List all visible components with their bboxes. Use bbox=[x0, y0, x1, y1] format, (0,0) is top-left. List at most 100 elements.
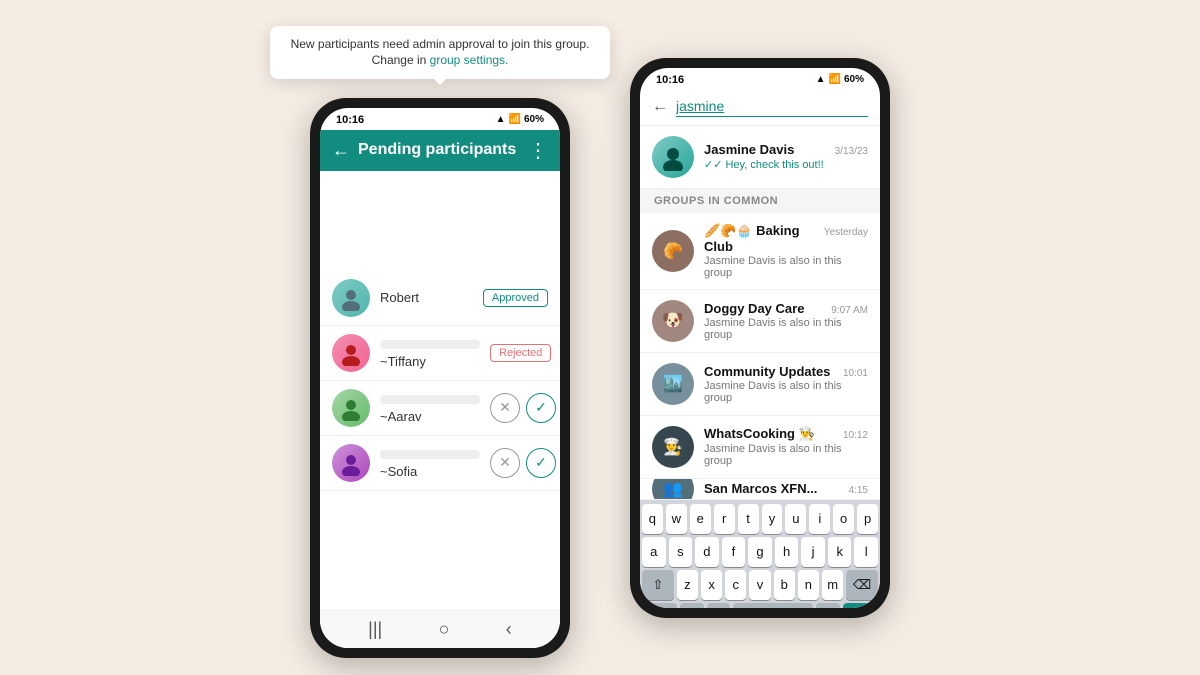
status-icons-right: ▲ 📶 60% bbox=[816, 74, 864, 85]
participant-item: Robert Approved bbox=[320, 271, 560, 326]
keyboard-row-1: q w e r t y u i o p bbox=[642, 504, 878, 534]
time-left: 10:16 bbox=[336, 114, 364, 126]
key-b[interactable]: b bbox=[774, 570, 795, 600]
participants-content: Robert Approved ~Tiffany bbox=[320, 171, 560, 610]
key-shift[interactable]: ⇧ bbox=[642, 570, 674, 600]
avatar-jasmine bbox=[652, 136, 694, 178]
search-input[interactable] bbox=[676, 98, 868, 117]
participant-info-tiffany: ~Tiffany bbox=[380, 336, 480, 369]
key-j[interactable]: j bbox=[801, 537, 825, 567]
key-globe[interactable]: 🌐 bbox=[707, 603, 731, 608]
battery-left: 60% bbox=[524, 114, 544, 125]
jasmine-time: 3/13/23 bbox=[835, 146, 868, 157]
nav-recent-icon[interactable]: ||| bbox=[368, 619, 382, 640]
key-r[interactable]: r bbox=[714, 504, 735, 534]
group-item-community[interactable]: 🏙️ Community Updates 10:01 Jasmine Davis… bbox=[640, 353, 880, 416]
key-g[interactable]: g bbox=[748, 537, 772, 567]
avatar-robert bbox=[332, 279, 370, 317]
key-send[interactable]: ➤ bbox=[843, 603, 878, 608]
key-slash[interactable]: / bbox=[680, 603, 704, 608]
doggy-info: Doggy Day Care 9:07 AM Jasmine Davis is … bbox=[704, 301, 868, 341]
keyboard-row-2: a s d f g h j k l bbox=[642, 537, 878, 567]
community-time: 10:01 bbox=[843, 368, 868, 379]
participant-info-aarav: ~Aarav bbox=[380, 391, 480, 424]
key-k[interactable]: k bbox=[828, 537, 852, 567]
jasmine-name: Jasmine Davis bbox=[704, 142, 794, 157]
time-right: 10:16 bbox=[656, 74, 684, 86]
group-item-doggy[interactable]: 🐶 Doggy Day Care 9:07 AM Jasmine Davis i… bbox=[640, 290, 880, 353]
community-sub: Jasmine Davis is also in this group bbox=[704, 380, 868, 404]
key-q[interactable]: q bbox=[642, 504, 663, 534]
whatscooking-info: WhatsCooking 👨‍🍳 10:12 Jasmine Davis is … bbox=[704, 426, 868, 467]
status-badge-approved: Approved bbox=[483, 289, 548, 307]
key-f[interactable]: f bbox=[722, 537, 746, 567]
key-en[interactable]: EN bbox=[733, 603, 813, 608]
group-item-whatscooking[interactable]: 👨‍🍳 WhatsCooking 👨‍🍳 10:12 Jasmine Davis… bbox=[640, 416, 880, 479]
partial-time: 4:15 bbox=[849, 485, 868, 496]
accept-button-aarav[interactable]: ✓ bbox=[526, 393, 556, 423]
jasmine-chat-item[interactable]: Jasmine Davis 3/13/23 ✓✓ Hey, check this… bbox=[640, 126, 880, 189]
group-item-partial[interactable]: 👥 San Marcos XFN... 4:15 bbox=[640, 479, 880, 500]
menu-button-left[interactable]: ⋮ bbox=[528, 138, 548, 163]
key-c[interactable]: c bbox=[725, 570, 746, 600]
keyboard-row-4: ?123 / 🌐 EN . ➤ bbox=[642, 603, 878, 608]
group-item-baking[interactable]: 🥐 🥖🥐🧁 Baking Club Yesterday Jasmine Davi… bbox=[640, 213, 880, 290]
nav-bar-left: ||| ○ ‹ bbox=[320, 610, 560, 648]
participant-name-aarav: ~Aarav bbox=[380, 409, 480, 424]
key-i[interactable]: i bbox=[809, 504, 830, 534]
battery-right: 60% bbox=[844, 74, 864, 85]
jasmine-info: Jasmine Davis 3/13/23 ✓✓ Hey, check this… bbox=[704, 142, 868, 171]
keyboard-row-3: ⇧ z x c v b n m ⌫ bbox=[642, 570, 878, 600]
key-v[interactable]: v bbox=[749, 570, 770, 600]
avatar-partial: 👥 bbox=[652, 479, 694, 500]
key-h[interactable]: h bbox=[775, 537, 799, 567]
status-badge-rejected: Rejected bbox=[490, 344, 551, 362]
key-w[interactable]: w bbox=[666, 504, 687, 534]
participants-list: Robert Approved ~Tiffany bbox=[320, 171, 560, 491]
key-o[interactable]: o bbox=[833, 504, 854, 534]
key-x[interactable]: x bbox=[701, 570, 722, 600]
key-d[interactable]: d bbox=[695, 537, 719, 567]
key-l[interactable]: l bbox=[854, 537, 878, 567]
reject-button-sofia[interactable]: ✕ bbox=[490, 448, 520, 478]
avatar-tiffany bbox=[332, 334, 370, 372]
whatscooking-name: WhatsCooking 👨‍🍳 bbox=[704, 426, 815, 442]
key-backspace[interactable]: ⌫ bbox=[846, 570, 878, 600]
avatar-sofia bbox=[332, 444, 370, 482]
key-period[interactable]: . bbox=[816, 603, 840, 608]
accept-button-sofia[interactable]: ✓ bbox=[526, 448, 556, 478]
doggy-sub: Jasmine Davis is also in this group bbox=[704, 317, 868, 341]
back-button-left[interactable]: ← bbox=[332, 140, 350, 161]
nav-back-icon[interactable]: ‹ bbox=[506, 619, 512, 640]
key-t[interactable]: t bbox=[738, 504, 759, 534]
back-button-right[interactable]: ← bbox=[652, 98, 668, 116]
search-header: ← bbox=[640, 90, 880, 126]
key-y[interactable]: y bbox=[762, 504, 783, 534]
tooltip-link[interactable]: group settings. bbox=[430, 53, 509, 67]
key-m[interactable]: m bbox=[822, 570, 843, 600]
jasmine-last-msg: ✓✓ Hey, check this out!! bbox=[704, 158, 868, 171]
partial-name: San Marcos XFN... bbox=[704, 481, 817, 496]
key-a[interactable]: a bbox=[642, 537, 666, 567]
status-bar-right: 10:16 ▲ 📶 60% bbox=[640, 68, 880, 90]
key-123[interactable]: ?123 bbox=[642, 603, 677, 608]
tooltip-bubble: New participants need admin approval to … bbox=[270, 26, 610, 80]
doggy-name: Doggy Day Care bbox=[704, 301, 804, 316]
baking-info: 🥖🥐🧁 Baking Club Yesterday Jasmine Davis … bbox=[704, 223, 868, 279]
baking-sub: Jasmine Davis is also in this group bbox=[704, 255, 868, 279]
key-p[interactable]: p bbox=[857, 504, 878, 534]
participant-item: ~Sofia ✕ ✓ bbox=[320, 436, 560, 491]
status-icons-left: ▲ 📶 60% bbox=[496, 114, 544, 125]
key-e[interactable]: e bbox=[690, 504, 711, 534]
key-u[interactable]: u bbox=[785, 504, 806, 534]
phone-notch-right bbox=[750, 58, 770, 66]
key-n[interactable]: n bbox=[798, 570, 819, 600]
reject-button-aarav[interactable]: ✕ bbox=[490, 393, 520, 423]
key-s[interactable]: s bbox=[669, 537, 693, 567]
nav-home-icon[interactable]: ○ bbox=[439, 619, 450, 640]
partial-info: San Marcos XFN... 4:15 bbox=[704, 481, 868, 496]
right-phone: 10:16 ▲ 📶 60% ← Jasmine Davis bbox=[630, 58, 890, 618]
key-z[interactable]: z bbox=[677, 570, 698, 600]
baking-name: 🥖🥐🧁 Baking Club bbox=[704, 223, 824, 254]
community-info: Community Updates 10:01 Jasmine Davis is… bbox=[704, 364, 868, 404]
